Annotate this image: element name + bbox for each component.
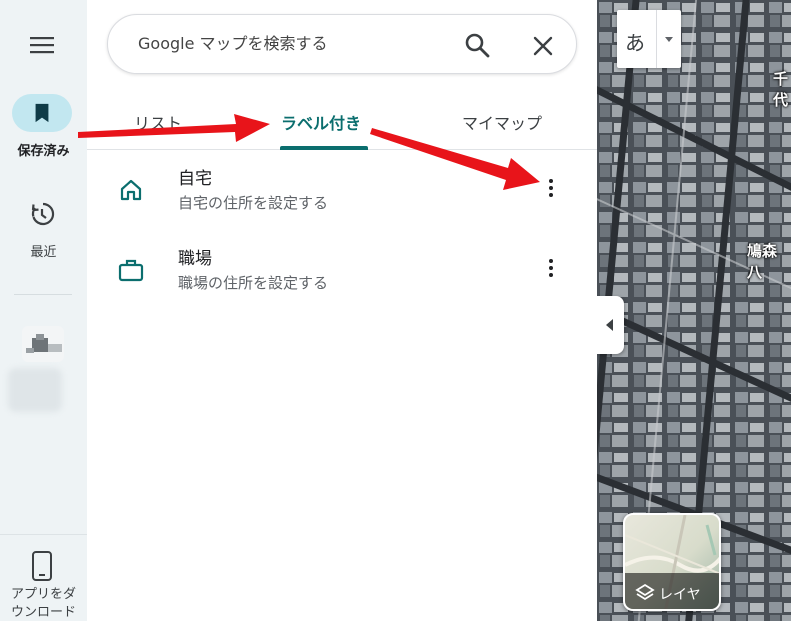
collapse-panel-button[interactable] [597,296,624,354]
chevron-left-icon [606,319,613,331]
tab-bar: リスト ラベル付き マイマップ [87,100,597,150]
download-app-line1: アプリをダ [10,587,76,602]
map-label: 千代 [773,70,789,109]
saved-nav-button[interactable] [12,94,72,132]
item-title: 職場 [178,249,212,269]
rail-divider [14,294,72,295]
navigation-rail: 保存済み 最近 アプリをダ ウンロード [0,0,87,621]
ime-toggle[interactable]: あ [617,10,681,68]
active-tab-indicator [280,146,368,150]
caret-down-icon[interactable] [661,32,677,46]
search-box [107,14,577,74]
item-subtitle: 自宅の住所を設定する [178,194,329,212]
tab-my-maps[interactable]: マイマップ [462,110,542,134]
satellite-map[interactable]: あ 千代 鳩森八 レイヤ [597,0,791,621]
phone-icon[interactable] [31,551,53,581]
recent-place-thumbnail[interactable] [22,326,64,362]
map-label: 鳩森八 [747,242,778,281]
bookmark-icon [35,103,49,123]
item-subtitle: 職場の住所を設定する [178,274,329,292]
saved-panel: リスト ラベル付き マイマップ 自宅 自宅の住所を設定する 職場 職場の住所を設… [87,0,597,621]
item-title: 自宅 [178,169,212,189]
tab-labeled[interactable]: ラベル付き [281,110,361,134]
rail-divider-bottom [0,534,87,535]
blurred-recent-item[interactable] [8,368,62,412]
home-icon [120,179,142,201]
search-input[interactable] [138,34,438,53]
building-icon [26,334,62,353]
close-icon[interactable] [532,35,554,57]
layers-icon [635,583,655,601]
menu-icon[interactable] [29,34,55,56]
tab-list[interactable]: リスト [134,110,182,134]
download-app-line2: ウンロード [10,605,76,620]
layers-label: レイヤ [659,587,701,603]
more-vert-icon[interactable] [541,256,561,280]
saved-nav-label[interactable]: 保存済み [0,140,87,159]
layers-button[interactable]: レイヤ [623,513,721,611]
more-vert-icon[interactable] [541,176,561,200]
history-icon[interactable] [29,201,55,227]
ime-separator [656,10,657,68]
recent-nav-label[interactable]: 最近 [0,241,87,260]
list-item-home[interactable]: 自宅 自宅の住所を設定する [87,160,597,230]
list-item-work[interactable]: 職場 職場の住所を設定する [87,240,597,310]
ime-character: あ [625,31,645,55]
search-icon[interactable] [464,32,490,58]
briefcase-icon [118,259,144,282]
download-app-label[interactable]: アプリをダ ウンロード [0,586,87,621]
